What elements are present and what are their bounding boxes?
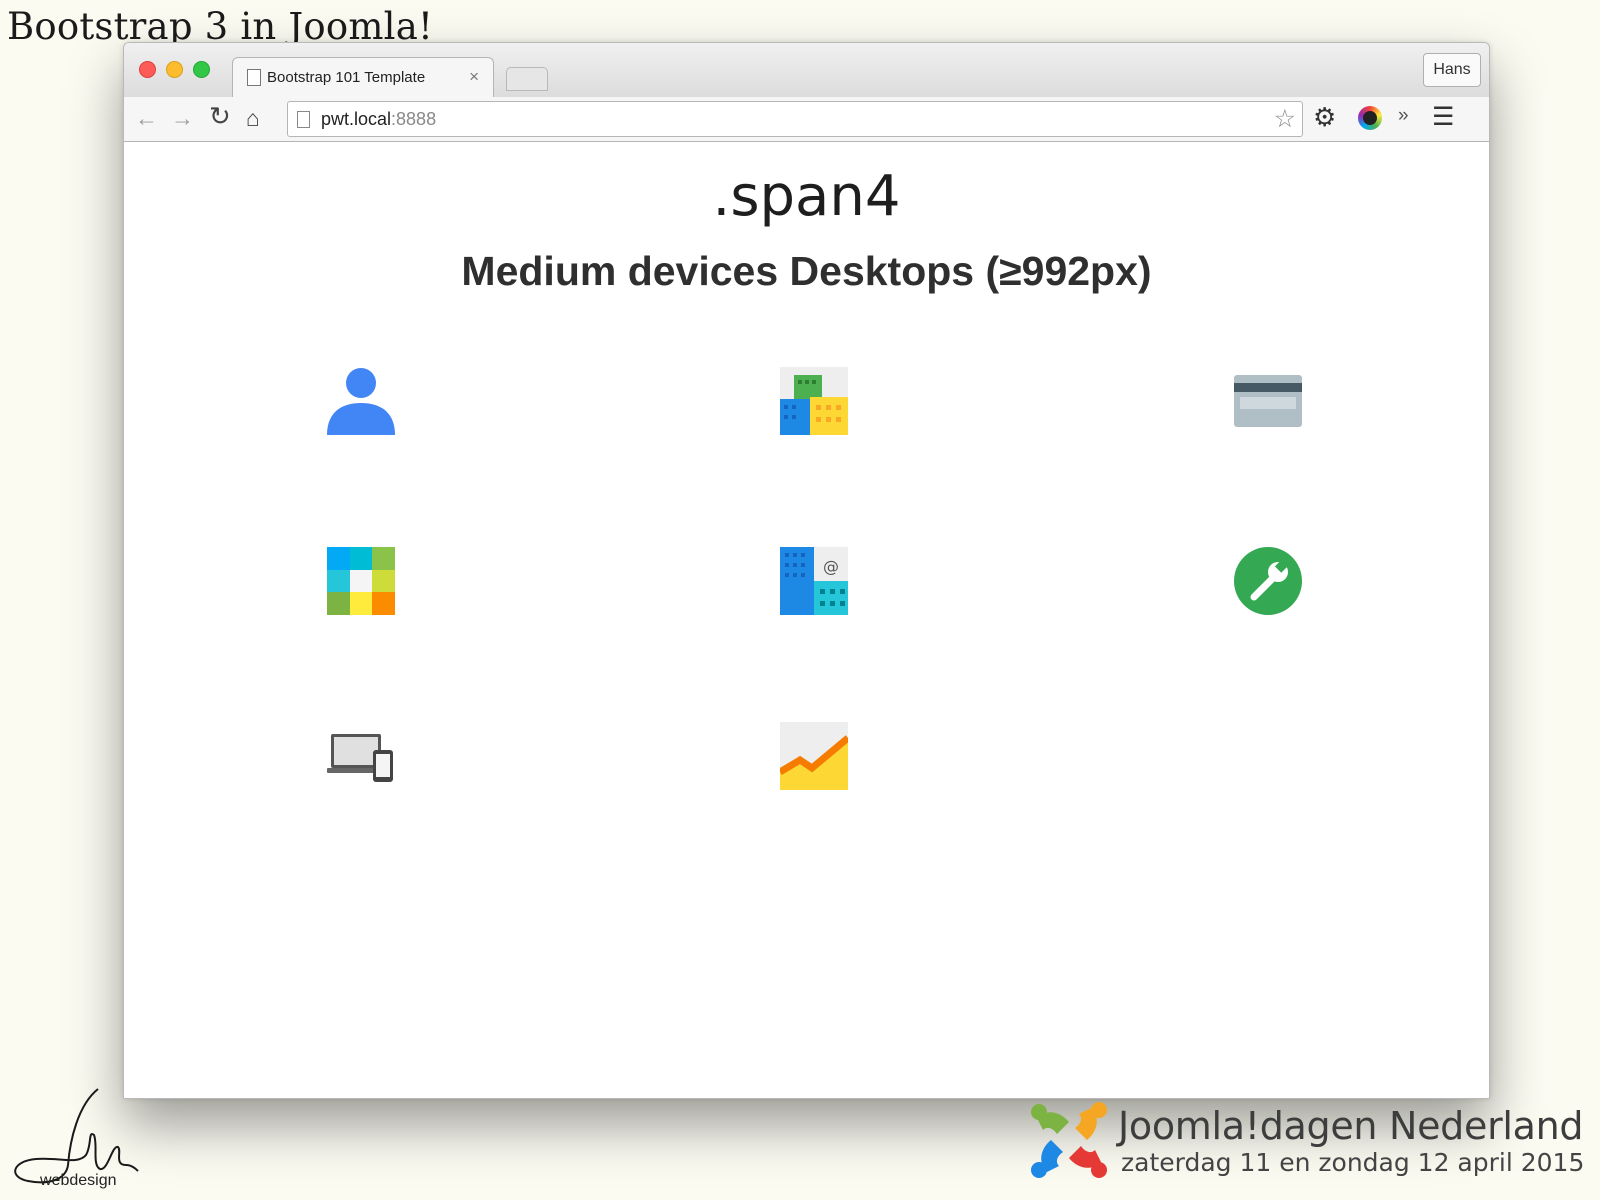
new-tab-button[interactable] [506,67,548,91]
svg-text:@: @ [823,557,839,576]
signature-label: webdesign [40,1172,117,1189]
analytics-icon [780,722,848,790]
wrench-icon [1234,547,1302,615]
event-name: Joomla!dagen Nederland [1118,1104,1584,1148]
close-window-button[interactable] [139,61,156,78]
page-icon [297,111,310,128]
reload-icon[interactable]: ↻ [209,103,231,129]
menu-icon[interactable]: ☰ [1432,102,1454,132]
directory-icon: @ [780,547,848,615]
extension-icon[interactable] [1358,106,1382,130]
home-icon[interactable]: ⌂ [246,105,260,131]
close-tab-icon[interactable]: × [469,67,479,87]
browser-window: Bootstrap 101 Template × Hans ← → ↻ ⌂ pw… [123,42,1490,1099]
bookmark-star-icon[interactable]: ☆ [1274,104,1296,134]
apps-grid-icon [327,547,395,615]
tab-title: Bootstrap 101 Template [267,69,426,86]
devices-icon [327,734,393,782]
gear-icon[interactable]: ⚙ [1313,102,1336,133]
page-content: .span4 Medium devices Desktops (≥992px) [124,142,1489,1098]
tab-bootstrap-template[interactable]: Bootstrap 101 Template × [232,57,494,98]
address-bar[interactable]: pwt.local:8888 ☆ [287,101,1303,137]
page-subheading: Medium devices Desktops (≥992px) [461,248,1152,294]
more-extensions-icon[interactable]: » [1398,105,1409,127]
minimize-window-button[interactable] [166,61,183,78]
maximize-window-button[interactable] [193,61,210,78]
buildings-icon [780,367,848,435]
page-icon [247,69,261,86]
credit-card-icon [1234,375,1302,427]
toolbar: ← → ↻ ⌂ pwt.local:8888 ☆ ⚙ » ☰ [124,97,1489,142]
url-text: pwt.local:8888 [321,109,437,129]
page-heading: .span4 [712,164,901,229]
event-date: zaterdag 11 en zondag 12 april 2015 [1121,1148,1585,1177]
title-bar: Bootstrap 101 Template × Hans [124,43,1489,98]
profile-button[interactable]: Hans [1423,53,1481,87]
user-icon [327,368,395,435]
forward-arrow-icon[interactable]: → [171,105,194,131]
joomla-logo [1031,1102,1107,1178]
back-arrow-icon[interactable]: ← [135,105,158,131]
